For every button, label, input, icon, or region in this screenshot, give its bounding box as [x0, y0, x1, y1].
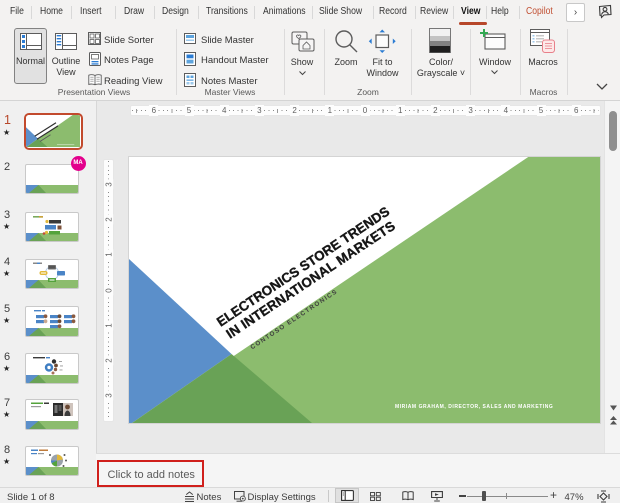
svg-text:MIRIAM GRAHAM, DIRECTOR, SALES: MIRIAM GRAHAM, DIRECTOR, SALES AND MARKE… [395, 404, 553, 410]
